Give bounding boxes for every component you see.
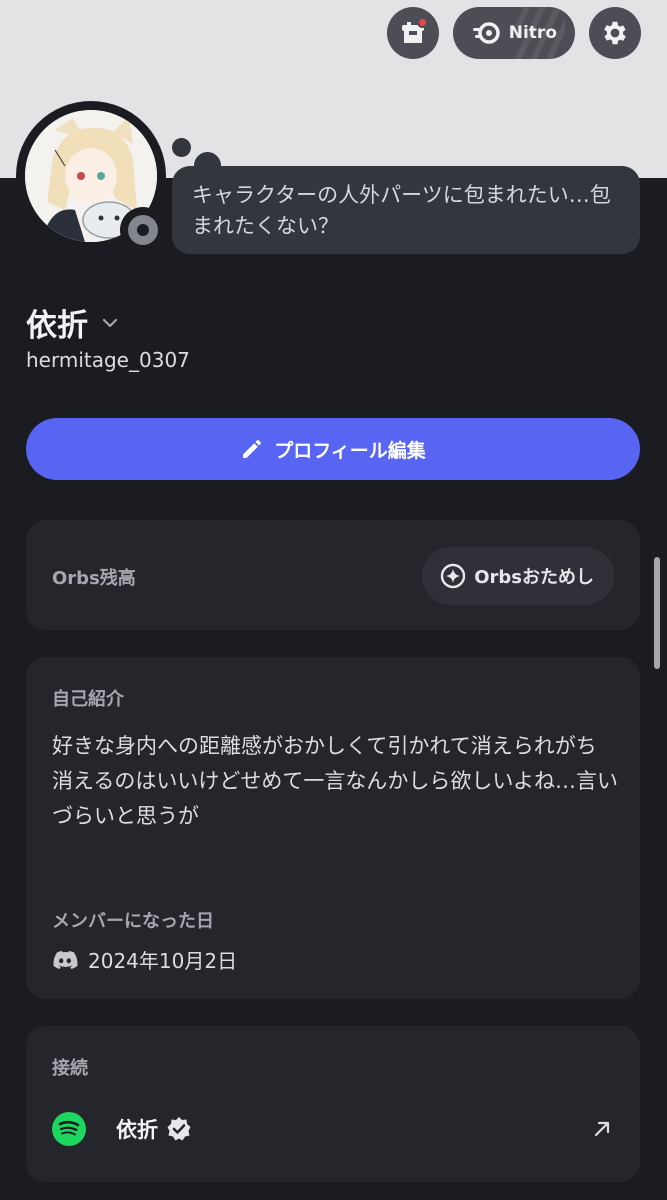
about-me-label: 自己紹介: [52, 689, 124, 710]
member-since-date: 2024年10月2日: [88, 949, 238, 973]
offline-status-icon: [128, 215, 158, 245]
pencil-icon: [243, 440, 262, 458]
top-actions: Nitro: [386, 7, 641, 59]
bio-line: 好きな身内への距離感がおかしくて引かれて消えられがち: [52, 734, 597, 758]
nitro-icon: [472, 22, 500, 44]
presence-indicator: [120, 207, 166, 253]
connections-label: 接続: [52, 1058, 88, 1079]
scrollbar[interactable]: [654, 557, 660, 669]
orbs-balance-label: Orbs残高: [52, 568, 136, 589]
edit-profile-button[interactable]: プロフィール編集: [26, 418, 640, 480]
orbs-trial-label: Orbsおためし: [474, 567, 594, 588]
nitro-label: Nitro: [508, 23, 557, 43]
orbs-trial-button[interactable]: Orbsおためし: [422, 547, 614, 605]
connection-item[interactable]: 依折: [52, 1110, 614, 1148]
chevron-down-icon: [102, 318, 118, 327]
external-link-icon[interactable]: [590, 1117, 614, 1141]
custom-status-bubble[interactable]: キャラクターの人外パーツに包まれたい…包まれたくない？: [172, 166, 640, 254]
verified-icon: [167, 1117, 191, 1141]
connection-name: 依折: [116, 1118, 158, 1142]
shop-button[interactable]: [386, 7, 439, 59]
gear-icon: [604, 21, 626, 45]
member-since-label: メンバーになった日: [52, 911, 214, 932]
connections-card: 接続 依折: [26, 1026, 640, 1182]
custom-status-text: キャラクターの人外パーツに包まれたい…包まれたくない？: [192, 183, 611, 238]
bio-line: 消えるのはいいけどせめて一言なんかしら欲しいよね…言いづらいと思うが: [52, 769, 618, 828]
orbs-icon: [441, 563, 466, 589]
member-since-row: 2024年10月2日: [52, 945, 237, 974]
edit-profile-label: プロフィール編集: [274, 439, 426, 462]
spotify-icon: [52, 1112, 86, 1146]
discord-icon: [53, 950, 78, 969]
notification-dot: [416, 17, 428, 28]
thought-bubble-dot: [172, 138, 191, 157]
bio-text: 好きな身内への距離感がおかしくて引かれて消えられがち 消えるのはいいけどせめて一…: [52, 729, 622, 834]
settings-button[interactable]: [589, 7, 641, 59]
about-card: 自己紹介 好きな身内への距離感がおかしくて引かれて消えられがち 消えるのはいいけ…: [26, 657, 640, 999]
orbs-card: Orbs残高 Orbsおためし: [26, 520, 640, 630]
display-name: 依折: [26, 308, 88, 344]
nitro-button[interactable]: Nitro: [452, 7, 575, 59]
display-name-row[interactable]: 依折: [26, 300, 120, 345]
username: hermitage_0307: [26, 348, 190, 372]
